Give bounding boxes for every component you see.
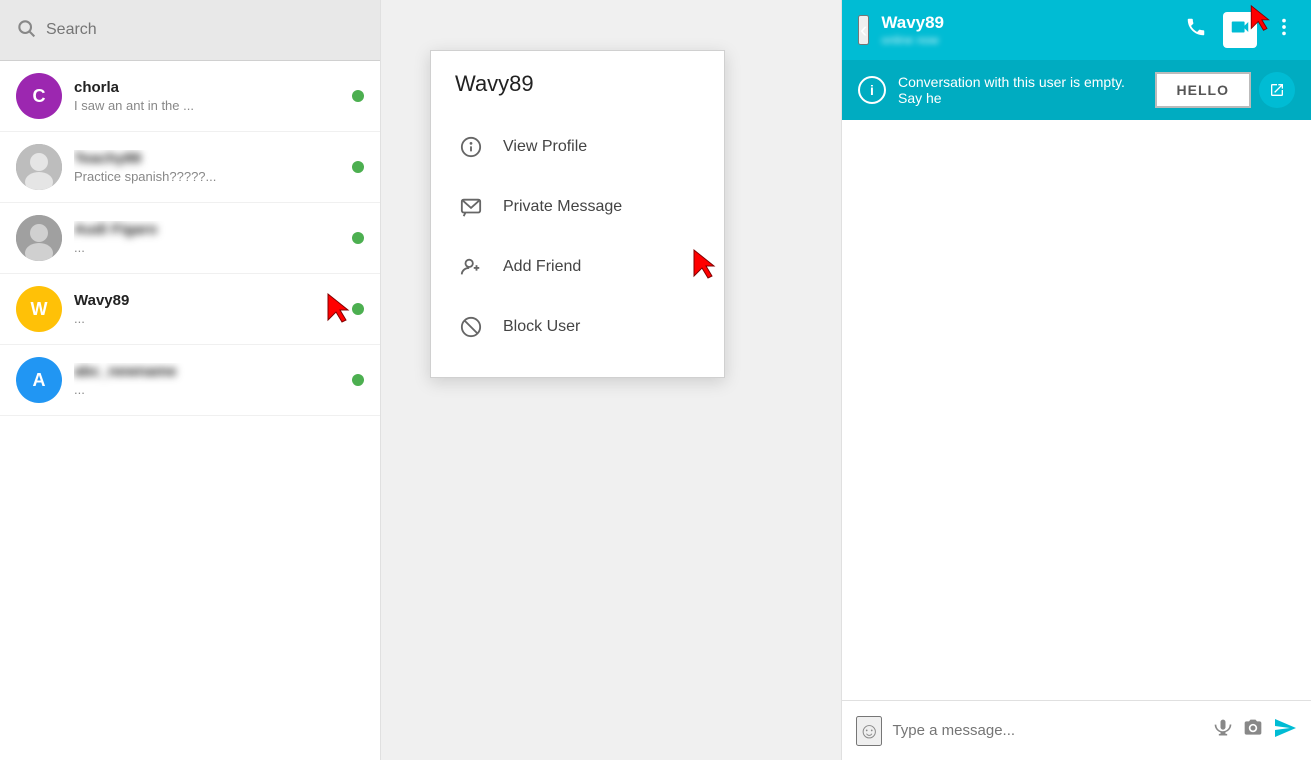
contact-info: Wavy89 ... (74, 292, 344, 326)
chat-user-info: Wavy89 online now (881, 13, 1185, 47)
context-menu-add-friend[interactable]: Add Friend (431, 237, 724, 297)
call-button[interactable] (1185, 16, 1207, 44)
chat-header: ‹ Wavy89 online now (842, 0, 1311, 60)
microphone-button[interactable] (1213, 718, 1233, 744)
avatar-letter: W (31, 299, 48, 320)
chat-header-actions (1185, 12, 1295, 48)
online-indicator (352, 90, 364, 102)
list-item[interactable]: A abc_newname ... (0, 345, 380, 416)
block-icon (455, 311, 487, 343)
contact-preview: I saw an ant in the ... (74, 98, 344, 113)
contact-preview: ... (74, 382, 344, 397)
chat-input-area: ☺ (842, 700, 1311, 760)
view-profile-label: View Profile (503, 138, 587, 156)
chat-notification-bar: i Conversation with this user is empty. … (842, 60, 1311, 120)
add-friend-label: Add Friend (503, 258, 581, 276)
avatar-letter: C (33, 86, 46, 107)
chat-username: Wavy89 (881, 13, 1185, 33)
contact-info: Audi Figaro ... (74, 221, 344, 255)
online-indicator (352, 374, 364, 386)
chat-user-status: online now (881, 33, 1185, 47)
contact-info: abc_newname ... (74, 363, 344, 397)
contact-name: Wavy89 (74, 292, 344, 309)
sidebar: C chorla I saw an ant in the ... Teachy8… (0, 0, 381, 760)
block-user-label: Block User (503, 318, 580, 336)
contact-list: C chorla I saw an ant in the ... Teachy8… (0, 61, 380, 760)
contact-preview: Practice spanish?????... (74, 169, 344, 184)
message-input[interactable] (892, 722, 1203, 739)
cursor-arrow-video (1249, 4, 1271, 38)
add-person-icon (455, 251, 487, 283)
context-menu-private-message[interactable]: Private Message (431, 177, 724, 237)
search-bar (0, 0, 380, 61)
chat-area: ‹ Wavy89 online now (841, 0, 1311, 760)
online-indicator (352, 161, 364, 173)
contact-name: abc_newname (74, 363, 344, 380)
context-menu-title: Wavy89 (431, 71, 724, 117)
avatar-letter: A (33, 370, 46, 391)
contact-name: Audi Figaro (74, 221, 344, 238)
message-icon (455, 191, 487, 223)
back-button[interactable]: ‹ (858, 15, 869, 45)
avatar: C (16, 73, 62, 119)
private-message-label: Private Message (503, 198, 622, 216)
info-icon (455, 131, 487, 163)
context-menu-block-user[interactable]: Block User (431, 297, 724, 357)
more-options-button[interactable] (1273, 16, 1295, 44)
search-icon (16, 18, 36, 43)
contact-preview: ... (74, 311, 344, 326)
contact-info: chorla I saw an ant in the ... (74, 79, 344, 113)
list-item[interactable]: Teachy89 Practice spanish?????... (0, 132, 380, 203)
contact-info: Teachy89 Practice spanish?????... (74, 150, 344, 184)
contact-name: Teachy89 (74, 150, 344, 167)
search-input[interactable] (46, 21, 364, 39)
camera-button[interactable] (1243, 718, 1263, 744)
list-item[interactable]: Audi Figaro ... (0, 203, 380, 274)
online-indicator (352, 303, 364, 315)
contact-name: chorla (74, 79, 344, 96)
send-button[interactable] (1273, 716, 1297, 746)
context-menu: Wavy89 View Profile Private Message (430, 50, 725, 378)
avatar: A (16, 357, 62, 403)
avatar: W (16, 286, 62, 332)
online-indicator (352, 232, 364, 244)
contact-preview: ... (74, 240, 344, 255)
avatar (16, 144, 62, 190)
context-menu-view-profile[interactable]: View Profile (431, 117, 724, 177)
chat-messages (842, 120, 1311, 700)
avatar (16, 215, 62, 261)
video-call-button[interactable] (1223, 12, 1257, 48)
notification-info-icon: i (858, 76, 886, 104)
chat-empty-message: Conversation with this user is empty. Sa… (898, 74, 1143, 106)
list-item[interactable]: W Wavy89 ... (0, 274, 380, 345)
hello-button[interactable]: HELLO (1155, 72, 1251, 108)
emoji-button[interactable]: ☺ (856, 716, 882, 746)
list-item[interactable]: C chorla I saw an ant in the ... (0, 61, 380, 132)
external-link-button[interactable] (1259, 72, 1295, 108)
